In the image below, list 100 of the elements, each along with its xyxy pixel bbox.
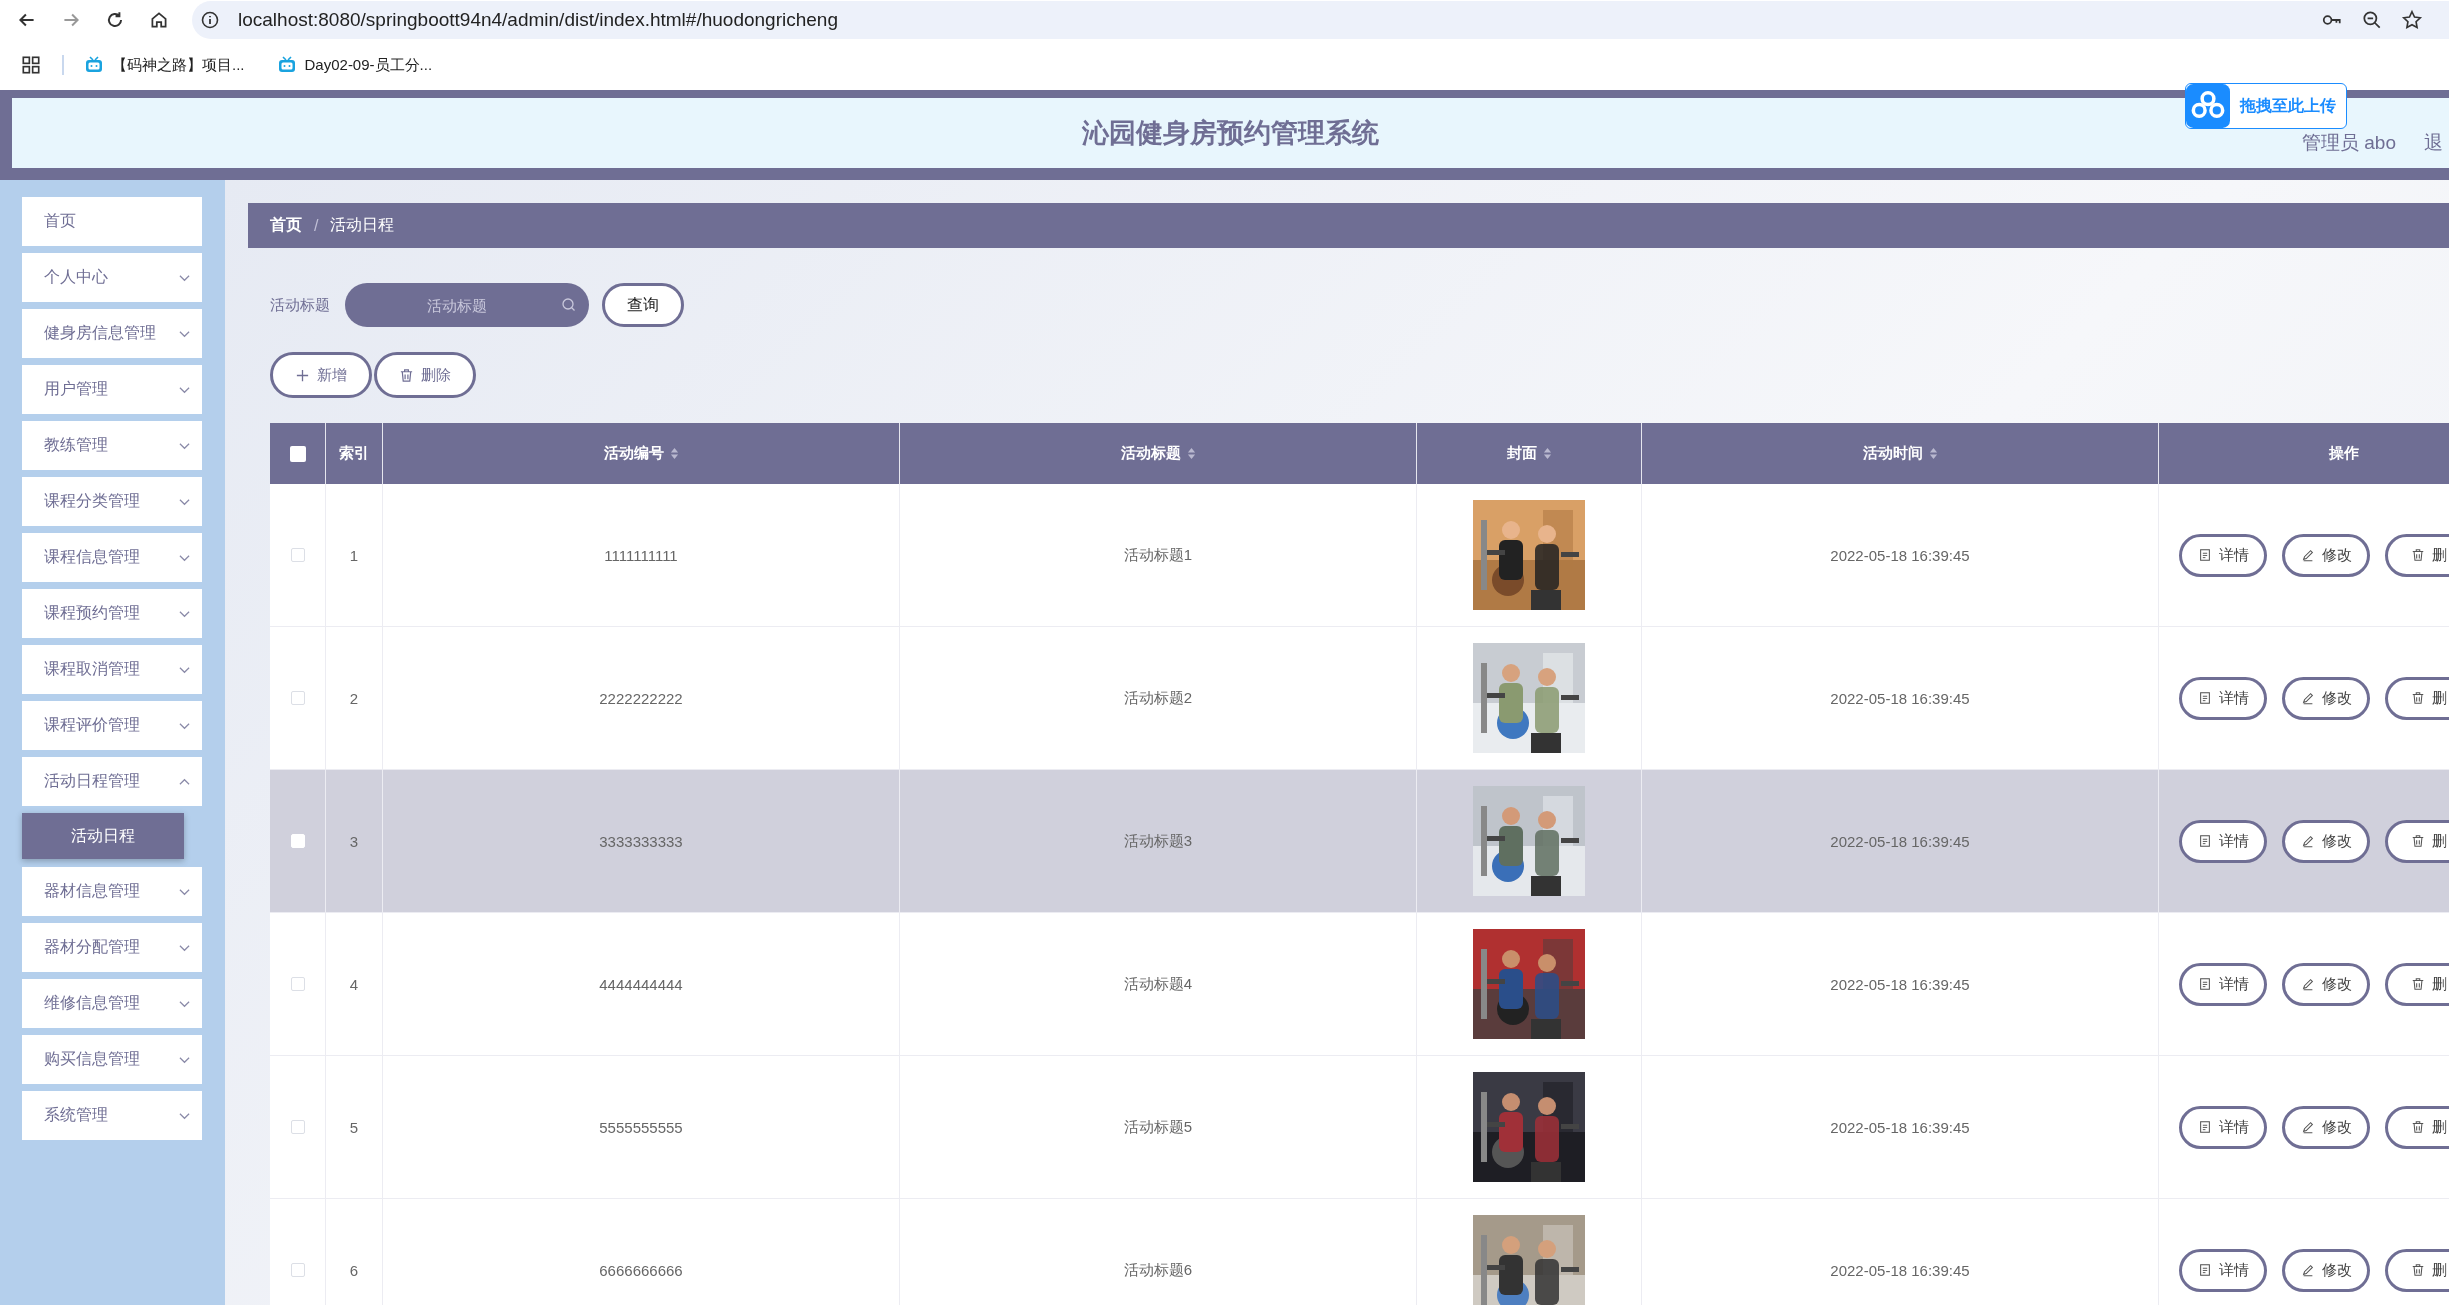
table-row[interactable]: 5 5555555555 活动标题5 2022-05-18 16:39:45 详情 修改 删 — [270, 1056, 2449, 1199]
table-row[interactable]: 6 6666666666 活动标题6 2022-05-18 16:39:45 详情 修改 删 — [270, 1199, 2449, 1305]
chevron-icon — [179, 887, 190, 896]
sidebar-subitem[interactable]: 活动日程 — [22, 813, 184, 859]
table-cell: 5 — [349, 1118, 359, 1136]
chevron-icon — [179, 1055, 190, 1064]
table-row[interactable]: 4 4444444444 活动标题4 2022-05-18 16:39:45 详情 修改 删 — [270, 913, 2449, 1056]
table-cell: 活动标题2 — [1123, 688, 1193, 708]
sidebar-item[interactable]: 课程评价管理 — [22, 701, 202, 750]
table-row[interactable]: 2 2222222222 活动标题2 2022-05-18 16:39:45 详情 修改 删 — [270, 627, 2449, 770]
column-header[interactable]: 封面 — [1506, 444, 1537, 463]
sort-icon[interactable] — [1542, 447, 1552, 460]
sidebar-item[interactable]: 首页 — [22, 197, 202, 246]
trash-icon — [2411, 1120, 2425, 1134]
sidebar-item[interactable]: 活动日程管理 — [22, 757, 202, 806]
details-button[interactable]: 详情 — [2179, 1248, 2267, 1292]
sidebar-item[interactable]: 维修信息管理 — [22, 979, 202, 1028]
table-cell: 活动标题6 — [1123, 1260, 1193, 1280]
pencil-icon — [2300, 1120, 2315, 1134]
table-cell: 活动标题4 — [1123, 974, 1193, 994]
sidebar-item[interactable]: 课程信息管理 — [22, 533, 202, 582]
sidebar-item[interactable]: 课程预约管理 — [22, 589, 202, 638]
table-cell: 1 — [349, 546, 359, 564]
url-field[interactable]: localhost:8080/springboott94n4/admin/dist/index.html#/huodongricheng — [238, 9, 838, 31]
sort-icon[interactable] — [1186, 447, 1196, 460]
sidebar-item[interactable]: 个人中心 — [22, 253, 202, 302]
sidebar-item[interactable]: 课程分类管理 — [22, 477, 202, 526]
chevron-icon — [179, 329, 190, 338]
trash-icon — [2411, 834, 2425, 848]
edit-button[interactable]: 修改 — [2282, 533, 2370, 577]
chevron-icon — [179, 553, 190, 562]
zoom-out-icon[interactable] — [2361, 9, 2383, 31]
bookmark-link[interactable]: 【码神之路】项目... — [84, 55, 245, 75]
table-cell: 4 — [349, 975, 359, 993]
sidebar-item[interactable]: 用户管理 — [22, 365, 202, 414]
document-icon — [2197, 977, 2212, 991]
bookmark-link[interactable]: Day02-09-员工分... — [276, 55, 433, 75]
trash-icon — [2411, 691, 2425, 705]
table-cell: 2022-05-18 16:39:45 — [1830, 1261, 1970, 1279]
sidebar-item[interactable]: 购买信息管理 — [22, 1035, 202, 1084]
trash-icon — [2411, 548, 2425, 562]
query-button[interactable]: 查询 — [602, 283, 684, 327]
delete-button[interactable]: 删 — [2385, 533, 2449, 577]
sidebar-item[interactable]: 课程取消管理 — [22, 645, 202, 694]
table-row[interactable]: 1 1111111111 活动标题1 2022-05-18 16:39:45 详情 修改 删 — [270, 484, 2449, 627]
search-field[interactable]: 活动标题 — [345, 283, 589, 327]
sidebar-item[interactable]: 健身房信息管理 — [22, 309, 202, 358]
breadcrumb-current: 活动日程 — [330, 215, 395, 235]
sort-icon[interactable] — [1928, 447, 1938, 460]
sidebar-item[interactable]: 教练管理 — [22, 421, 202, 470]
delete-button[interactable]: 删 — [2385, 676, 2449, 720]
sidebar-item[interactable]: 器材信息管理 — [22, 867, 202, 916]
edit-button[interactable]: 修改 — [2282, 819, 2370, 863]
delete-button[interactable]: 删 — [2385, 962, 2449, 1006]
column-header[interactable]: 活动时间 — [1862, 444, 1923, 463]
pencil-icon — [2300, 548, 2315, 562]
star-icon[interactable] — [2401, 9, 2423, 31]
row-checkbox[interactable] — [290, 1120, 305, 1134]
row-checkbox[interactable] — [290, 548, 305, 562]
edit-button[interactable]: 修改 — [2282, 1248, 2370, 1292]
delete-button[interactable]: 删 — [2385, 1105, 2449, 1149]
breadcrumb-separator: / — [314, 216, 319, 235]
details-button[interactable]: 详情 — [2179, 533, 2267, 577]
table-row[interactable]: 3 3333333333 活动标题3 2022-05-18 16:39:45 详情 修改 删 — [270, 770, 2449, 913]
chevron-icon — [179, 273, 190, 282]
sort-icon[interactable] — [669, 447, 679, 460]
row-checkbox[interactable] — [290, 977, 305, 991]
row-checkbox[interactable] — [290, 1263, 305, 1277]
delete-button[interactable]: 删 — [2385, 1248, 2449, 1292]
info-icon[interactable] — [200, 10, 220, 30]
user-name: 管理员 abo — [2302, 131, 2396, 155]
add-button[interactable]: 新增 — [270, 352, 372, 398]
document-icon — [2197, 1120, 2212, 1134]
details-button[interactable]: 详情 — [2179, 1105, 2267, 1149]
select-all-checkbox[interactable] — [289, 445, 306, 462]
chevron-icon — [179, 1111, 190, 1120]
document-icon — [2197, 1263, 2212, 1277]
details-button[interactable]: 详情 — [2179, 676, 2267, 720]
logout-link[interactable]: 退 — [2424, 130, 2443, 156]
breadcrumb-link[interactable]: 首页 — [270, 215, 302, 236]
sidebar-item[interactable]: 系统管理 — [22, 1091, 202, 1140]
delete-button[interactable]: 删 — [2385, 819, 2449, 863]
system-title: 沁园健身房预约管理系统 — [1082, 117, 1379, 150]
chevron-icon — [179, 943, 190, 952]
delete-button[interactable]: 删除 — [374, 352, 476, 398]
row-checkbox[interactable] — [290, 691, 305, 705]
tv-icon — [276, 55, 297, 75]
apps-icon[interactable] — [20, 54, 42, 76]
table-cell: 6666666666 — [599, 1261, 683, 1279]
table-cell: 2022-05-18 16:39:45 — [1830, 975, 1970, 993]
details-button[interactable]: 详情 — [2179, 819, 2267, 863]
edit-button[interactable]: 修改 — [2282, 962, 2370, 1006]
edit-button[interactable]: 修改 — [2282, 1105, 2370, 1149]
edit-button[interactable]: 修改 — [2282, 676, 2370, 720]
chevron-icon — [179, 665, 190, 674]
sidebar-item[interactable]: 器材分配管理 — [22, 923, 202, 972]
details-button[interactable]: 详情 — [2179, 962, 2267, 1006]
column-header[interactable]: 活动编号 — [603, 444, 664, 463]
column-header[interactable]: 活动标题 — [1120, 444, 1181, 463]
trash-icon — [2411, 1263, 2425, 1277]
